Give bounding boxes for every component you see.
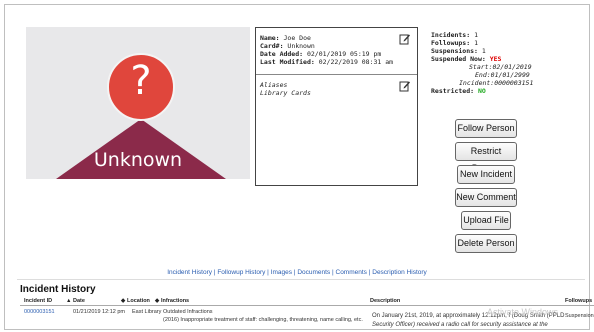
name-label: Name: xyxy=(260,34,280,42)
library-cards-label: Library Cards xyxy=(260,89,311,97)
page-frame: ? Unknown Name: Joe Doe Card#: Unknown D… xyxy=(4,4,594,330)
end-label: End: xyxy=(475,71,491,79)
col-incident-id[interactable]: Incident ID xyxy=(24,298,52,304)
sort-icon[interactable]: ▲ xyxy=(66,298,71,304)
tab-description-history[interactable]: Description History xyxy=(372,269,427,276)
tab-documents[interactable]: Documents xyxy=(297,269,330,276)
start-label: Start: xyxy=(469,63,493,71)
avatar-head: ? xyxy=(107,53,175,121)
row-followups: Suspension xyxy=(565,313,594,319)
row-description-cont: Security Officer) received a radio call … xyxy=(372,322,548,328)
restrict-person-button[interactable]: Restrict Person xyxy=(455,142,517,173)
row-infraction-detail: (2016) Inappropriate treatment of staff:… xyxy=(163,317,363,323)
row-date: 01/21/2019 12:12 pm xyxy=(73,309,125,315)
last-modified-value: 02/22/2019 08:31 am xyxy=(318,58,394,66)
sort-icon[interactable]: ◆ xyxy=(155,298,159,304)
incidents-count: 1 xyxy=(474,31,478,39)
edit-icon[interactable] xyxy=(399,33,411,45)
end-value: 01/01/2999 xyxy=(490,71,530,79)
person-photo-placeholder: ? Unknown xyxy=(26,27,250,179)
tab-images[interactable]: Images xyxy=(271,269,292,276)
card-value: Unknown xyxy=(287,42,315,50)
incident-id-link[interactable]: 0000003151 xyxy=(24,309,55,315)
avatar-caption: Unknown xyxy=(93,149,183,171)
incident-label: Incident: xyxy=(459,79,495,87)
incident-value: 0000003151 xyxy=(494,79,534,87)
date-added-value: 02/01/2019 05:19 pm xyxy=(306,50,382,58)
tab-incident-history[interactable]: Incident History xyxy=(167,269,212,276)
new-incident-button[interactable]: New Incident xyxy=(457,165,515,184)
upload-file-button[interactable]: Upload File xyxy=(461,211,511,230)
table-header: Incident ID ▲ Date ◆ Location ◆ Infracti… xyxy=(20,296,594,306)
new-comment-button[interactable]: New Comment xyxy=(455,188,517,207)
incident-history-title: Incident History xyxy=(20,284,96,295)
person-stats: Incidents: 1 Followups: 1 Suspensions: 1… xyxy=(431,31,551,95)
followups-label: Followups: xyxy=(431,39,471,47)
delete-person-button[interactable]: Delete Person xyxy=(455,234,517,253)
suspensions-label: Suspensions: xyxy=(431,47,478,55)
history-tabs: Incident History | Followup History | Im… xyxy=(167,269,427,276)
col-location[interactable]: Location xyxy=(127,298,150,304)
person-info-panel: Name: Joe Doe Card#: Unknown Date Added:… xyxy=(255,27,418,186)
suspensions-count: 1 xyxy=(481,47,486,55)
start-value: 02/01/2019 xyxy=(492,63,532,71)
row-infraction: Outdated Infractions xyxy=(163,309,213,315)
name-value: Joe Doe xyxy=(283,34,311,42)
col-date[interactable]: Date xyxy=(73,298,85,304)
col-followups[interactable]: Followups xyxy=(565,298,592,304)
follow-person-button[interactable]: Follow Person xyxy=(455,119,517,138)
date-added-label: Date Added: xyxy=(260,50,304,58)
incidents-label: Incidents: xyxy=(431,31,471,39)
restricted-value: NO xyxy=(477,87,486,95)
last-modified-label: Last Modified: xyxy=(260,58,315,66)
sort-icon[interactable]: ◆ xyxy=(121,298,125,304)
tab-followup-history[interactable]: Followup History xyxy=(217,269,265,276)
question-mark-icon: ? xyxy=(130,58,152,104)
restricted-label: Restricted: xyxy=(431,87,475,95)
divider xyxy=(17,279,585,280)
suspended-now-value: YES xyxy=(489,55,502,63)
col-description[interactable]: Description xyxy=(370,298,400,304)
tab-comments[interactable]: Comments xyxy=(336,269,367,276)
aliases-label: Aliases xyxy=(260,81,288,89)
suspended-now-label: Suspended Now: xyxy=(431,55,486,63)
followups-count: 1 xyxy=(474,39,478,47)
row-location: East Library xyxy=(132,309,162,315)
card-label: Card#: xyxy=(260,42,284,50)
col-infractions[interactable]: Infractions xyxy=(161,298,189,304)
edit-aliases-icon[interactable] xyxy=(399,80,411,92)
activate-windows-watermark: Activate Windows xyxy=(487,307,559,317)
